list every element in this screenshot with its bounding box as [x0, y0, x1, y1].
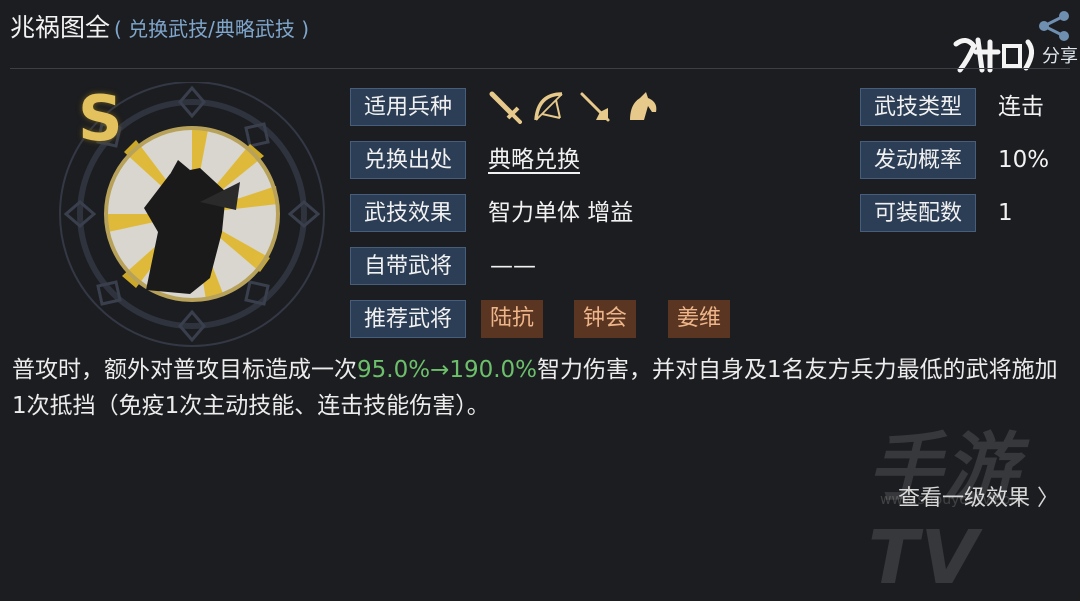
- own-general-label: 自带武将: [350, 247, 466, 285]
- recommended-general-tag[interactable]: 陆抗: [481, 300, 544, 338]
- type-label: 武技类型: [860, 88, 976, 126]
- spear-icon: [580, 92, 610, 122]
- app-logo: 分享: [950, 32, 1078, 78]
- horse-icon: [630, 92, 657, 120]
- recommend-label: 推荐武将: [350, 300, 466, 338]
- rate-value: 10%: [998, 147, 1050, 173]
- own-general-value: ——: [490, 253, 536, 279]
- share-label[interactable]: 分享: [1042, 42, 1078, 68]
- skill-grade: S: [78, 82, 123, 155]
- equip-label: 可装配数: [860, 194, 976, 232]
- sword-icon: [489, 91, 522, 124]
- page-title: 兆祸图全: [10, 13, 111, 42]
- effect-label: 武技效果: [350, 194, 466, 232]
- header: 兆祸图全 ( 兑换武技/典略武技 ): [10, 8, 309, 48]
- description-highlight: 95.0%→190.0%: [357, 357, 538, 383]
- troop-label: 适用兵种: [350, 88, 466, 126]
- recommended-general-tag[interactable]: 钟会: [574, 300, 637, 338]
- source-label: 兑换出处: [350, 141, 466, 179]
- equip-value: 1: [998, 200, 1013, 226]
- source-value[interactable]: 典略兑换: [488, 141, 580, 179]
- type-value: 连击: [998, 94, 1044, 120]
- header-divider: [10, 68, 1070, 69]
- rate-label: 发动概率: [860, 141, 976, 179]
- page-subtitle: ( 兑换武技/典略武技 ): [114, 17, 310, 41]
- effect-value: 智力单体 增益: [488, 200, 634, 226]
- bow-icon: [534, 92, 563, 121]
- description-text: 普攻时，额外对普攻目标造成一次: [12, 357, 357, 383]
- view-level-one-effect-link[interactable]: 查看一级效果 〉: [898, 480, 1059, 512]
- recommended-general-tag[interactable]: 姜维: [668, 300, 731, 338]
